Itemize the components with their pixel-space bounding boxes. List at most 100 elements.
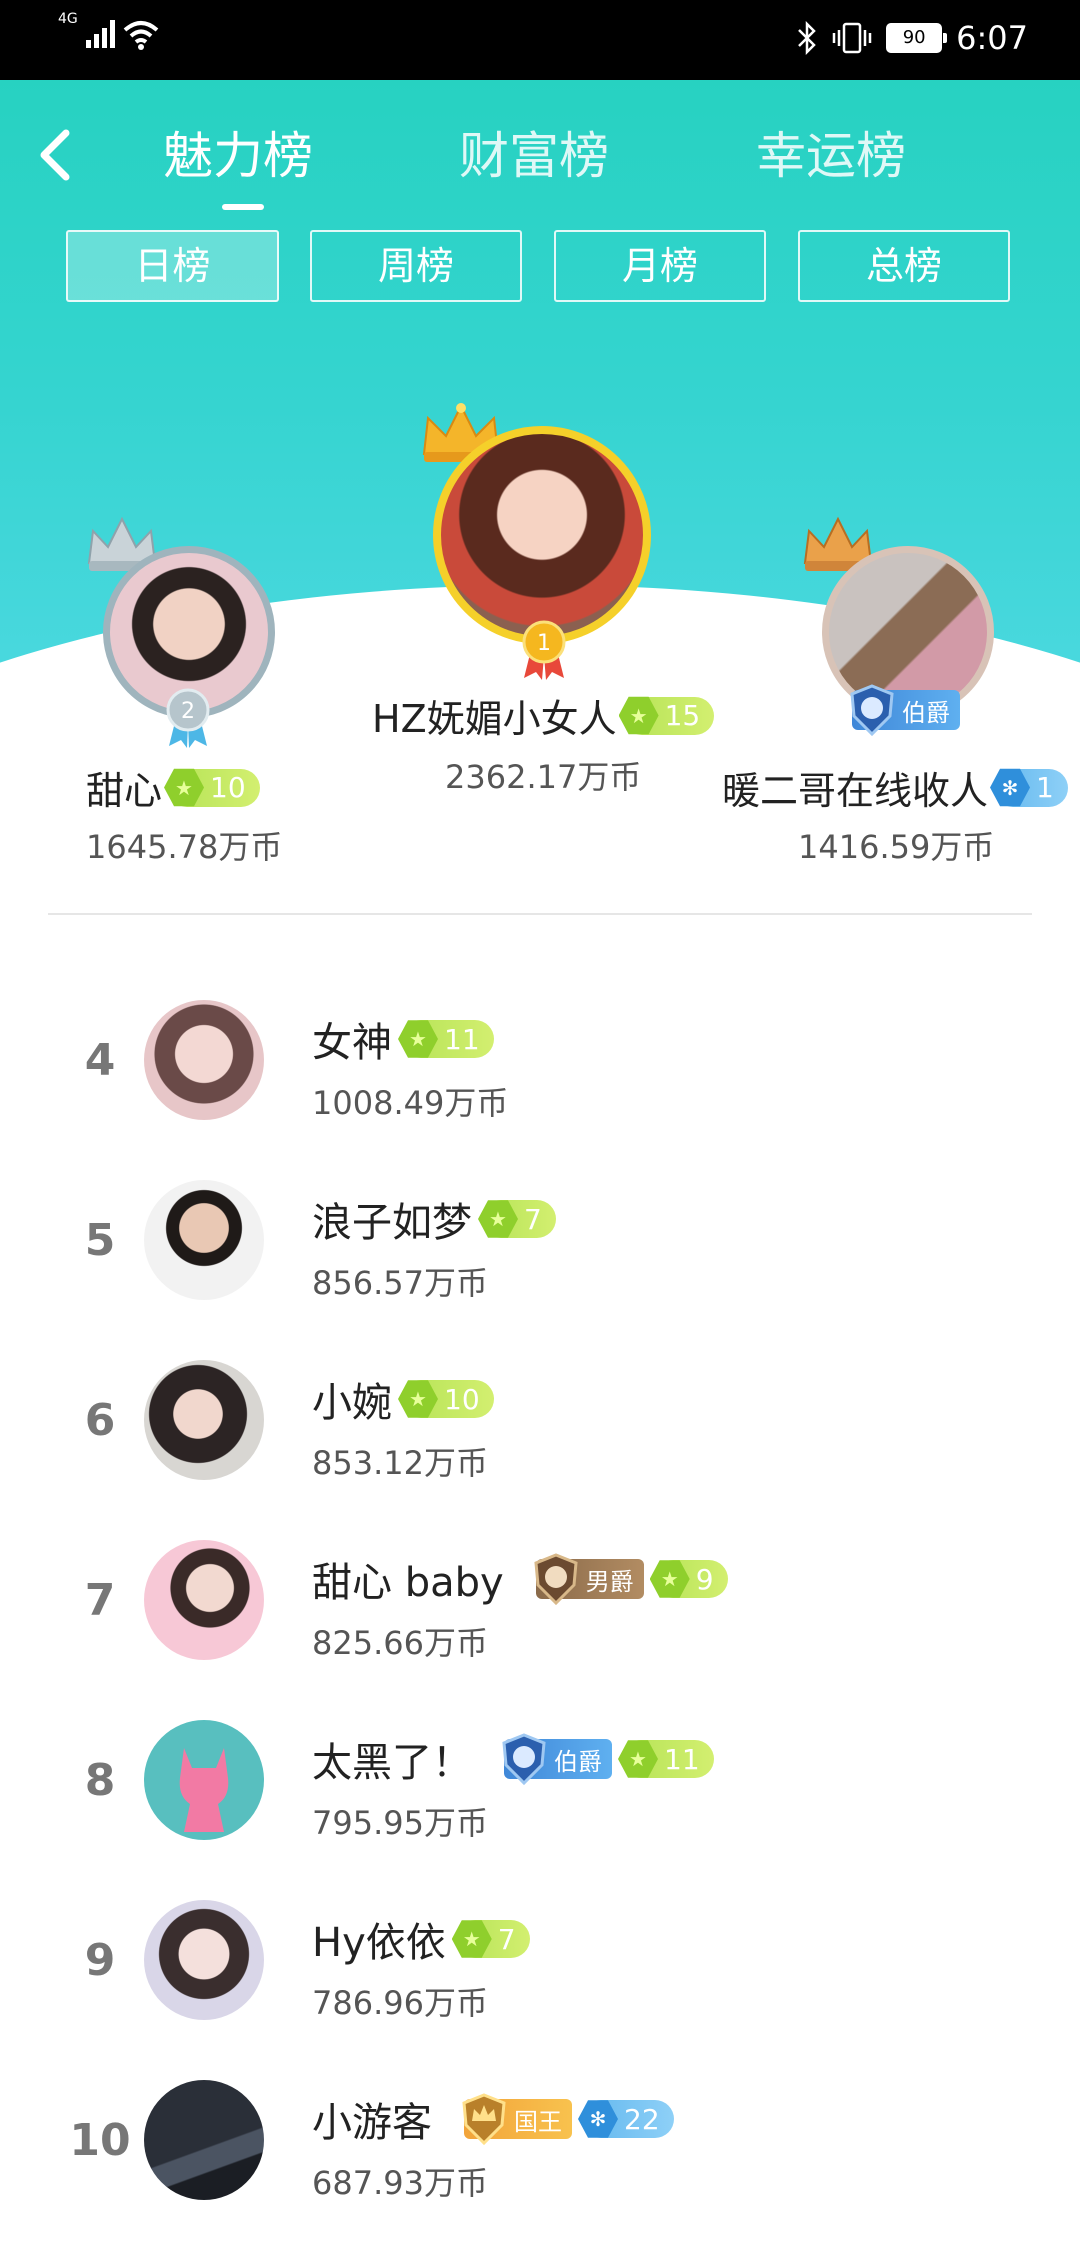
list-item[interactable]: 6 小婉 ★ 10 853.12万币	[0, 1350, 1080, 1530]
user-name: 浪子如梦	[312, 1200, 472, 1246]
list-item[interactable]: 7 甜心 baby 男爵 ★ 9 825.66万币	[0, 1530, 1080, 1710]
first-place-name-text: HZ妩媚小女人	[372, 697, 617, 741]
period-total[interactable]: 总榜	[798, 230, 1010, 302]
first-place-avatar[interactable]	[433, 426, 651, 644]
star-icon: ★	[618, 696, 659, 735]
list-item[interactable]: 9 Hy依依 ★ 7 786.96万币	[0, 1890, 1080, 2070]
tab-luck[interactable]: 幸运榜	[756, 118, 906, 194]
level-badge: ★ 9	[649, 1560, 728, 1598]
star-icon: ★	[398, 1020, 438, 1058]
period-weekly[interactable]: 周榜	[310, 230, 522, 302]
star-icon: ★	[164, 768, 205, 807]
coin-amount: 853.12万币	[312, 1444, 488, 1482]
coin-amount: 786.96万币	[312, 1984, 488, 2022]
level-badge: ★ 7	[478, 1200, 556, 1238]
coin-amount: 825.66万币	[312, 1624, 488, 1662]
avatar	[144, 1900, 264, 2020]
period-monthly[interactable]: 月榜	[554, 230, 766, 302]
rank-number: 8	[84, 1755, 116, 1806]
snowflake-icon: ✻	[578, 2100, 618, 2138]
ranking-tabs: 魅力榜 财富榜 幸运榜	[0, 118, 1080, 218]
coin-amount: 1008.49万币	[312, 1084, 509, 1122]
user-name-row: 甜心 baby 男爵 ★ 9	[312, 1550, 728, 1608]
second-place-name: 甜心 ★ 10	[86, 760, 260, 815]
rank-number: 5	[84, 1215, 116, 1266]
user-name-row: Hy依依 ★ 7	[312, 1910, 530, 1968]
title-badge: 男爵	[534, 1553, 644, 1606]
user-name: 太黑了！	[312, 1740, 472, 1786]
star-icon: ★	[478, 1200, 518, 1238]
user-name-row: 小婉 ★ 10	[312, 1370, 494, 1428]
title-badge: 伯爵	[502, 1733, 612, 1786]
signal-icon	[85, 18, 115, 48]
second-place-name-text: 甜心	[86, 769, 163, 813]
battery-icon: 90	[886, 23, 948, 53]
user-name-row: 浪子如梦 ★ 7	[312, 1190, 556, 1248]
period-selector: 日榜 周榜 月榜 总榜	[0, 230, 1080, 306]
star-icon: ★	[649, 1560, 690, 1598]
cat-silhouette-icon	[179, 1748, 229, 1832]
user-name: 小婉	[312, 1380, 392, 1426]
user-name: Hy依依	[312, 1920, 446, 1966]
first-place-name: HZ妩媚小女人 ★ 15	[372, 688, 715, 743]
status-bar: 4G 90 6:07	[0, 0, 1080, 80]
avatar	[144, 1360, 264, 1480]
list-item[interactable]: 8 太黑了！ 伯爵 ★ 11 795.95万币	[0, 1710, 1080, 1890]
second-place-coins: 1645.78万币	[86, 828, 283, 866]
star-icon: ★	[618, 1740, 658, 1778]
rank-number: 4	[84, 1035, 116, 1086]
star-icon: ★	[398, 1380, 438, 1418]
wifi-icon	[123, 21, 159, 50]
bluetooth-icon	[798, 21, 816, 55]
title-badge: 国王	[462, 2093, 572, 2146]
level-badge: ★ 11	[618, 1740, 714, 1778]
user-name: 女神	[312, 1020, 392, 1066]
crown-emblem-icon	[462, 2093, 506, 2146]
avatar	[144, 1000, 264, 1120]
svg-text:2: 2	[181, 699, 195, 724]
svg-text:1: 1	[537, 631, 551, 656]
rank-number: 10	[69, 2115, 131, 2166]
rank-number: 9	[84, 1935, 116, 1986]
coin-amount: 856.57万币	[312, 1264, 488, 1302]
tab-charm[interactable]: 魅力榜	[163, 118, 313, 194]
user-name-row: 女神 ★ 11	[312, 1010, 494, 1068]
rank-2-medal: 2	[166, 688, 210, 748]
third-place-coins: 1416.59万币	[798, 828, 995, 866]
network-type: 4G	[58, 11, 78, 27]
tab-wealth[interactable]: 财富榜	[459, 118, 609, 194]
first-place-coins: 2362.17万币	[445, 758, 642, 796]
level-badge: ★ 10	[398, 1380, 494, 1418]
avatar	[144, 1720, 264, 1840]
avatar	[144, 1540, 264, 1660]
third-place-name-text: 暖二哥在线收人	[722, 769, 989, 813]
user-name: 甜心 baby	[312, 1560, 504, 1606]
rank-number: 6	[84, 1395, 116, 1446]
coin-amount: 687.93万币	[312, 2164, 488, 2202]
clock: 6:07	[956, 19, 1028, 57]
user-name-row: 小游客 国王 ✻ 22	[312, 2090, 674, 2148]
rank-shield-icon	[534, 1553, 578, 1606]
list-item[interactable]: 10 小游客 国王 ✻ 22 687.93万币	[0, 2070, 1080, 2244]
rank-shield-icon	[850, 684, 894, 737]
active-tab-indicator	[222, 204, 264, 210]
rank-number: 7	[84, 1575, 116, 1626]
avatar	[144, 2080, 264, 2200]
vibrate-icon	[832, 22, 872, 54]
list-item[interactable]: 4 女神 ★ 11 1008.49万币	[0, 990, 1080, 1170]
level-badge: ★ 10	[164, 768, 260, 807]
level-badge: ★ 15	[618, 696, 715, 735]
snowflake-icon: ✻	[990, 768, 1031, 807]
list-item[interactable]: 5 浪子如梦 ★ 7 856.57万币	[0, 1170, 1080, 1350]
third-place-title-badge: 伯爵	[850, 684, 960, 737]
rank-shield-icon	[502, 1733, 546, 1786]
coin-amount: 795.95万币	[312, 1804, 488, 1842]
avatar	[144, 1180, 264, 1300]
level-badge: ★ 7	[451, 1920, 530, 1958]
star-icon: ★	[451, 1920, 492, 1958]
level-badge: ✻ 22	[578, 2100, 674, 2138]
third-place-name: 暖二哥在线收人 ✻ 1	[722, 760, 1068, 815]
period-daily[interactable]: 日榜	[66, 230, 279, 302]
rank-1-medal: 1	[522, 620, 566, 680]
user-name: 小游客	[312, 2100, 432, 2146]
